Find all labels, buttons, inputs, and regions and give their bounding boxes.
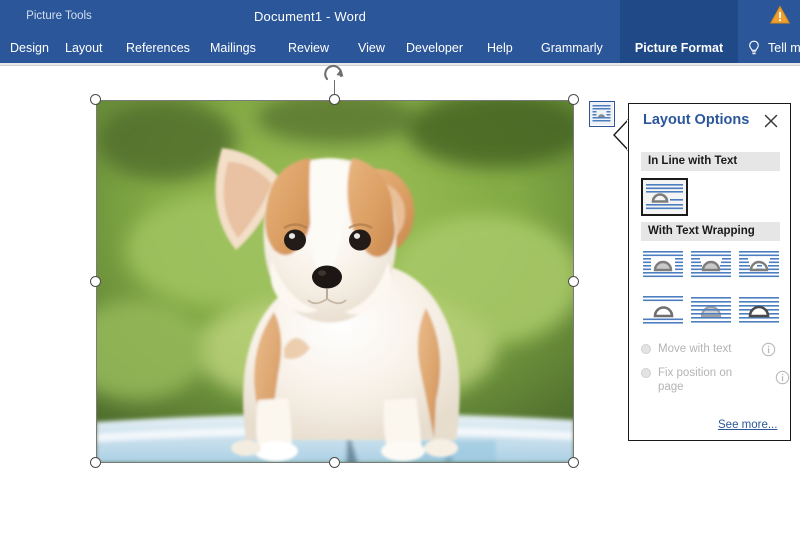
lightbulb-icon[interactable] [745, 39, 763, 57]
tab-review[interactable]: Review [281, 33, 336, 63]
wrap-in-front-icon[interactable] [737, 294, 781, 328]
selected-picture[interactable] [96, 100, 574, 463]
wrap-square-icon[interactable] [641, 248, 685, 282]
section-header-wrapping: With Text Wrapping [641, 222, 780, 241]
tab-mailings[interactable]: Mailings [203, 33, 263, 63]
resize-handle-ne[interactable] [568, 94, 579, 105]
warning-triangle-icon[interactable] [769, 4, 791, 26]
ribbon-divider [0, 63, 800, 66]
tab-layout[interactable]: Layout [58, 33, 110, 63]
tab-help[interactable]: Help [480, 33, 520, 63]
wrap-through-icon[interactable] [737, 248, 781, 282]
info-icon-move-with-text[interactable] [761, 342, 776, 357]
wrap-tight-icon[interactable] [689, 248, 733, 282]
tab-grammarly[interactable]: Grammarly [534, 33, 610, 63]
see-more-link[interactable]: See more... [718, 419, 777, 431]
corgi-puppy-photo[interactable] [96, 100, 574, 463]
document-title: Document1 - Word [253, 9, 367, 24]
panel-header: Layout Options [629, 104, 792, 140]
resize-handle-se[interactable] [568, 457, 579, 468]
radio-dot-fix-position[interactable] [641, 368, 651, 378]
resize-handle-n[interactable] [329, 94, 340, 105]
tab-design[interactable]: Design [3, 33, 56, 63]
wrap-top-bottom-icon[interactable] [641, 294, 685, 328]
tab-picture-format[interactable]: Picture Format [620, 33, 738, 63]
contextual-tab-group [620, 0, 738, 33]
resize-handle-w[interactable] [90, 276, 101, 287]
section-header-inline: In Line with Text [641, 152, 780, 171]
layout-options-panel: Layout Options In Line with Text With Te… [628, 103, 791, 441]
resize-handle-e[interactable] [568, 276, 579, 287]
radio-label-move-with-text: Move with text [658, 343, 732, 355]
info-icon-fix-position[interactable] [775, 370, 790, 385]
tab-view[interactable]: View [351, 33, 392, 63]
tab-references[interactable]: References [119, 33, 197, 63]
resize-handle-sw[interactable] [90, 457, 101, 468]
resize-handle-s[interactable] [329, 457, 340, 468]
close-icon[interactable] [762, 112, 780, 130]
ribbon-tab-strip: Design Layout References Mailings Review… [0, 33, 800, 63]
resize-handle-nw[interactable] [90, 94, 101, 105]
title-bar: Picture Tools Document1 - Word [0, 0, 800, 33]
rotate-icon [322, 63, 348, 85]
wrap-behind-text-icon[interactable] [689, 294, 733, 328]
word-window: Picture Tools Document1 - Word Design La… [0, 0, 800, 533]
tab-developer[interactable]: Developer [399, 33, 470, 63]
tell-me-box[interactable]: Tell m [768, 33, 800, 63]
panel-title: Layout Options [643, 112, 750, 128]
wrap-inline-icon[interactable] [641, 178, 688, 216]
radio-label-fix-position: Fix position on page [658, 367, 733, 393]
radio-dot-move-with-text[interactable] [641, 344, 651, 354]
